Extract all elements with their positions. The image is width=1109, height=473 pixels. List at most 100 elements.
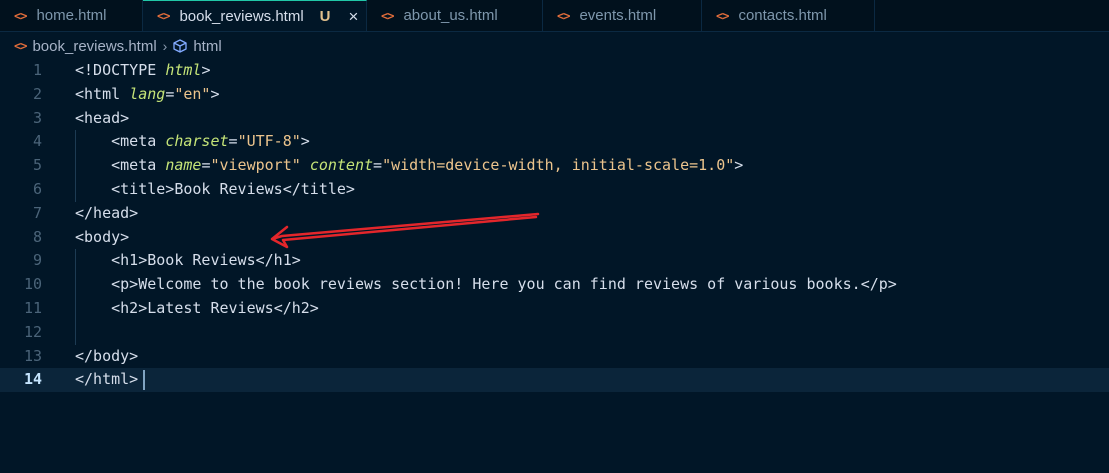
code-token: Latest Reviews: [147, 299, 274, 317]
line-number: 10: [23, 275, 42, 294]
code-line[interactable]: 12: [0, 321, 1109, 345]
code-line[interactable]: 5 <meta name="viewport" content="width=d…: [0, 154, 1109, 178]
breadcrumb-symbol[interactable]: html: [193, 38, 221, 55]
code-token: =: [373, 156, 383, 175]
tab-about-us-html[interactable]: <> about_us.html: [367, 0, 543, 31]
code-token: Book Reviews: [147, 251, 256, 270]
line-number: 13: [23, 346, 42, 365]
untracked-badge: U: [319, 7, 331, 25]
line-number: 2: [32, 84, 42, 103]
code-token: <meta: [75, 132, 166, 151]
html-file-icon: <>: [157, 9, 170, 23]
line-number: 5: [32, 156, 42, 175]
code-token: >: [201, 61, 211, 79]
code-token: "viewport": [210, 156, 301, 175]
tab-label: events.html: [579, 7, 657, 24]
code-token: <head>: [75, 108, 130, 127]
code-line[interactable]: 4 <meta charset="UTF-8">: [0, 130, 1109, 154]
code-token: <title>: [75, 180, 175, 198]
line-number: 4: [32, 132, 42, 151]
code-token: <html: [75, 84, 130, 103]
code-token: <h2>: [75, 299, 148, 317]
code-token: charset: [165, 132, 229, 151]
code-line[interactable]: 9 <h1>Book Reviews</h1>: [0, 249, 1109, 273]
code-token: lang: [129, 84, 166, 103]
code-token: html: [165, 61, 202, 79]
line-number: 12: [23, 322, 42, 341]
breadcrumb: <> book_reviews.html › html: [0, 35, 1109, 57]
code-token: Welcome to the book reviews section! Her…: [138, 275, 861, 294]
code-token: "width=device-width, initial-scale=1.0": [382, 156, 735, 175]
code-token: <body>: [75, 227, 130, 246]
code-text: </body>: [75, 345, 138, 369]
tab-label: home.html: [36, 7, 107, 24]
code-line[interactable]: 13 </body>: [0, 345, 1109, 369]
code-token: "UTF-8": [237, 132, 301, 151]
breadcrumb-file[interactable]: book_reviews.html: [32, 38, 156, 55]
tab-contacts-html[interactable]: <> contacts.html: [702, 0, 875, 31]
code-text: <!DOCTYPE html>: [75, 59, 210, 83]
html-file-icon: <>: [381, 8, 394, 23]
code-text: <html lang="en">: [75, 83, 220, 107]
code-token: <p>: [75, 275, 139, 294]
line-number: 11: [23, 299, 42, 317]
html-file-icon: <>: [14, 39, 27, 53]
line-number: 8: [32, 227, 42, 246]
code-token: <meta: [75, 156, 166, 175]
code-line[interactable]: 10 <p>Welcome to the book reviews sectio…: [0, 273, 1109, 297]
code-token: Book Reviews: [174, 180, 283, 198]
line-number: 1: [32, 61, 42, 79]
code-line[interactable]: 14 </html>: [0, 368, 1109, 393]
code-token: >: [210, 84, 220, 103]
code-text: <h1>Book Reviews</h1>: [75, 249, 301, 273]
code-line[interactable]: 2 <html lang="en">: [0, 83, 1109, 107]
html-file-icon: <>: [557, 8, 570, 23]
tab-label: book_reviews.html: [179, 7, 304, 25]
tab-home-html[interactable]: <> home.html: [0, 0, 143, 31]
code-text: <head>: [75, 107, 129, 131]
code-token: content: [309, 156, 374, 175]
code-editor[interactable]: 1 <!DOCTYPE html> 2 <html lang="en"> 3 <head>…: [0, 59, 1109, 473]
close-icon[interactable]: ×: [349, 8, 359, 25]
html-file-icon: <>: [14, 8, 27, 23]
line-number: 7: [32, 203, 42, 222]
tab-events-html[interactable]: <> events.html: [543, 0, 702, 31]
code-line[interactable]: 7 </head>: [0, 202, 1109, 226]
editor-tab-bar: <> home.html <> book_reviews.html U × <> about_…: [0, 0, 1109, 32]
code-text: <title>Book Reviews</title>: [75, 178, 355, 202]
code-text: <body>: [75, 226, 129, 250]
code-line[interactable]: 1 <!DOCTYPE html>: [0, 59, 1109, 83]
code-line[interactable]: 11 <h2>Latest Reviews</h2>: [0, 297, 1109, 321]
tab-book-reviews-html[interactable]: <> book_reviews.html U ×: [143, 0, 367, 31]
code-token: </html>: [75, 370, 139, 389]
code-token: </title>: [282, 180, 355, 198]
cube-icon: [173, 38, 187, 54]
code-token: </body>: [75, 346, 139, 365]
code-token: >: [734, 156, 744, 175]
code-token: </h2>: [273, 299, 319, 317]
line-number: 6: [32, 180, 42, 198]
line-number: 3: [32, 108, 42, 127]
tab-label: contacts.html: [738, 7, 827, 24]
code-text: <h2>Latest Reviews</h2>: [75, 297, 319, 321]
line-number: 9: [32, 251, 42, 270]
code-token: </h1>: [255, 251, 301, 270]
html-file-icon: <>: [716, 8, 729, 23]
code-line[interactable]: 6 <title>Book Reviews</title>: [0, 178, 1109, 202]
code-text: </html>: [75, 368, 138, 392]
breadcrumb-separator: ›: [162, 38, 168, 54]
code-token: >: [300, 132, 310, 151]
line-number: 14: [23, 370, 42, 389]
code-token: </head>: [75, 203, 139, 222]
text-cursor: [143, 370, 145, 391]
code-text: <meta charset="UTF-8">: [75, 130, 310, 154]
tab-label: about_us.html: [403, 7, 498, 24]
code-text: <meta name="viewport" content="width=dev…: [75, 154, 743, 178]
code-line[interactable]: 3 <head>: [0, 107, 1109, 131]
code-token: "en": [174, 84, 211, 103]
code-token: <!DOCTYPE: [75, 61, 166, 79]
code-text: </head>: [75, 202, 138, 226]
code-token: <h1>: [75, 251, 148, 270]
code-line[interactable]: 8 <body>: [0, 226, 1109, 250]
